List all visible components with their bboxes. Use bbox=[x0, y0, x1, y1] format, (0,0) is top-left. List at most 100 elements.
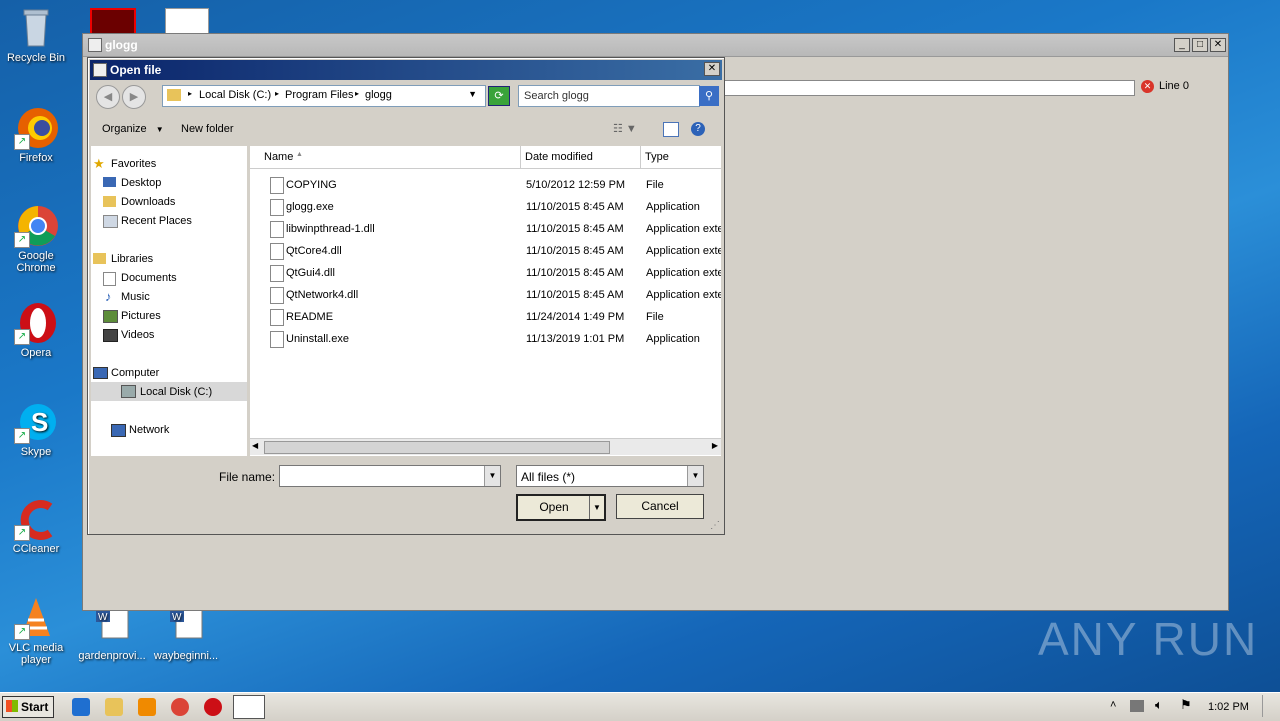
file-row[interactable]: COPYING 5/10/2012 12:59 PM File bbox=[250, 174, 720, 196]
desktop-folder-icon bbox=[103, 177, 116, 187]
file-name: glogg.exe bbox=[286, 201, 334, 213]
nav-recent-places[interactable]: Recent Places bbox=[103, 215, 192, 228]
anyrun-watermark: ANY RUN bbox=[1038, 613, 1259, 665]
glogg-title: glogg bbox=[105, 38, 138, 52]
scroll-right-icon[interactable]: ▶ bbox=[712, 441, 718, 450]
chrome-taskbar-icon[interactable] bbox=[171, 698, 189, 716]
documents-icon bbox=[103, 272, 116, 286]
horizontal-scrollbar[interactable]: ◀ ▶ bbox=[250, 438, 721, 455]
explorer-icon[interactable] bbox=[105, 698, 123, 716]
scroll-thumb[interactable] bbox=[264, 441, 610, 454]
file-row[interactable]: Uninstall.exe 11/13/2019 1:01 PM Applicati… bbox=[250, 328, 720, 350]
file-row[interactable]: glogg.exe 11/10/2015 8:45 AM Application bbox=[250, 196, 720, 218]
dll-file-icon bbox=[270, 221, 284, 238]
glogg-taskbar-button[interactable] bbox=[233, 695, 265, 719]
column-header-name[interactable]: Name bbox=[264, 151, 293, 163]
cancel-button[interactable]: Cancel bbox=[616, 494, 704, 519]
nav-documents[interactable]: Documents bbox=[103, 272, 177, 286]
nav-computer-label: Computer bbox=[111, 367, 160, 379]
svg-text:S: S bbox=[31, 407, 48, 437]
file-type: Application bbox=[646, 333, 700, 345]
nav-downloads[interactable]: Downloads bbox=[103, 196, 175, 208]
desktop-icon-firefox[interactable]: ↗ Firefox bbox=[1, 106, 71, 164]
nav-pictures[interactable]: Pictures bbox=[103, 310, 161, 323]
desktop-icon-vlc[interactable]: ↗ VLC media player bbox=[1, 596, 71, 666]
network-tray-icon[interactable] bbox=[1130, 700, 1144, 712]
glogg-search-field[interactable] bbox=[723, 80, 1135, 96]
nav-documents-label: Documents bbox=[121, 272, 177, 284]
nav-favorites[interactable]: ★ Favorites bbox=[93, 156, 156, 171]
nav-music[interactable]: ♪ Music bbox=[105, 289, 150, 304]
file-row[interactable]: QtNetwork4.dll 11/10/2015 8:45 AM Applicat… bbox=[250, 284, 721, 306]
back-button[interactable]: ◀ bbox=[96, 85, 120, 109]
nav-local-disk-selected[interactable]: Local Disk (C:) bbox=[91, 382, 247, 401]
start-button[interactable]: Start bbox=[2, 696, 54, 718]
address-dropdown-icon[interactable]: ▼ bbox=[468, 89, 477, 99]
search-input[interactable]: Search glogg bbox=[518, 85, 700, 107]
scroll-left-icon[interactable]: ◀ bbox=[252, 441, 258, 450]
desktop-icon-word-doc-2[interactable]: W waybeginni... bbox=[151, 604, 221, 662]
breadcrumb-glogg[interactable]: glogg bbox=[365, 89, 392, 101]
preview-pane-icon[interactable] bbox=[663, 122, 679, 137]
organize-button[interactable]: Organize ▼ bbox=[102, 123, 164, 135]
minimize-button[interactable]: _ bbox=[1174, 38, 1190, 52]
tray-expand-icon[interactable]: ˄ bbox=[1110, 699, 1116, 711]
address-bar[interactable]: Local Disk (C:) Program Files glogg ▸ ▸ … bbox=[162, 85, 486, 107]
nav-libraries[interactable]: Libraries bbox=[93, 253, 154, 265]
nav-local-disk-label: Local Disk (C:) bbox=[140, 386, 213, 398]
desktop-icon-recycle-bin[interactable]: Recycle Bin bbox=[1, 6, 71, 64]
maximize-button[interactable]: □ bbox=[1192, 38, 1208, 52]
file-name: README bbox=[286, 311, 334, 323]
filter-dropdown-icon[interactable]: ▼ bbox=[687, 466, 703, 486]
file-list-pane[interactable]: Name ▲ Date modified Type COPYING 5/10/20… bbox=[250, 146, 721, 456]
file-row[interactable]: README 11/24/2014 1:49 PM File bbox=[250, 306, 720, 328]
clock[interactable]: 1:02 PM bbox=[1208, 701, 1249, 713]
open-file-dialog[interactable]: Open file ✕ ◀ ▶ Local Disk (C:) Program … bbox=[87, 57, 725, 535]
open-button[interactable]: Open ▼ bbox=[516, 494, 606, 521]
file-row[interactable]: QtGui4.dll 11/10/2015 8:45 AM Application … bbox=[250, 262, 721, 284]
view-options-icon[interactable]: ☷ ▼ bbox=[613, 122, 637, 135]
ie-icon[interactable] bbox=[72, 698, 90, 716]
close-button[interactable]: ✕ bbox=[1210, 38, 1226, 52]
file-type: File bbox=[646, 311, 664, 323]
desktop-icon-chrome[interactable]: ↗ Google Chrome bbox=[1, 204, 71, 274]
column-header-date[interactable]: Date modified bbox=[525, 151, 593, 163]
nav-libraries-label: Libraries bbox=[111, 253, 154, 265]
file-type-filter-select[interactable]: All files (*) ▼ bbox=[516, 465, 704, 487]
file-row[interactable]: QtCore4.dll 11/10/2015 8:45 AM Application… bbox=[250, 240, 721, 262]
volume-tray-icon[interactable]: 🔈︎ bbox=[1155, 697, 1163, 713]
file-date: 11/10/2015 8:45 AM bbox=[526, 245, 624, 257]
open-split-dropdown-icon[interactable]: ▼ bbox=[589, 496, 604, 519]
breadcrumb-local-disk[interactable]: Local Disk (C:) bbox=[199, 89, 271, 101]
nav-network[interactable]: Network bbox=[111, 424, 169, 437]
media-player-icon[interactable] bbox=[138, 698, 156, 716]
nav-computer[interactable]: Computer bbox=[93, 367, 160, 379]
help-icon[interactable]: ? bbox=[691, 122, 705, 136]
show-desktop-button[interactable] bbox=[1262, 695, 1277, 717]
search-button[interactable]: ⚲ bbox=[699, 86, 719, 106]
file-row[interactable]: libwinpthread-1.dll 11/10/2015 8:45 AM App… bbox=[250, 218, 721, 240]
glogg-titlebar[interactable]: glogg _ □ ✕ bbox=[83, 34, 1228, 57]
dialog-titlebar[interactable]: Open file ✕ bbox=[90, 60, 722, 80]
forward-button[interactable]: ▶ bbox=[122, 85, 146, 109]
flag-tray-icon[interactable]: ⚑ bbox=[1180, 697, 1192, 713]
desktop-icon-opera[interactable]: ↗ Opera bbox=[1, 301, 71, 359]
file-name-input[interactable]: ▼ bbox=[279, 465, 501, 487]
refresh-button[interactable]: ⟳ bbox=[488, 86, 510, 106]
navigation-pane[interactable]: ★ Favorites Desktop Downloads Recent Pla… bbox=[91, 146, 247, 456]
breadcrumb-program-files[interactable]: Program Files bbox=[285, 89, 353, 101]
dialog-close-button[interactable]: ✕ bbox=[704, 62, 720, 76]
new-folder-button[interactable]: New folder bbox=[181, 123, 234, 135]
resize-grip-icon[interactable]: ⋰ bbox=[710, 520, 720, 531]
desktop-icon-word-doc-1[interactable]: W gardenprovi... bbox=[77, 604, 147, 662]
desktop-icon-label: Opera bbox=[20, 347, 52, 359]
opera-taskbar-icon[interactable] bbox=[204, 698, 222, 716]
file-name: QtNetwork4.dll bbox=[286, 289, 359, 301]
word-desktop-icon-top[interactable] bbox=[165, 8, 209, 36]
column-header-type[interactable]: Type bbox=[645, 151, 669, 163]
desktop-icon-skype[interactable]: S ↗ Skype bbox=[1, 400, 71, 458]
file-name-dropdown-icon[interactable]: ▼ bbox=[484, 466, 500, 486]
nav-videos[interactable]: Videos bbox=[103, 329, 154, 342]
nav-desktop[interactable]: Desktop bbox=[103, 177, 180, 189]
desktop-icon-ccleaner[interactable]: ↗ CCleaner bbox=[1, 497, 71, 555]
